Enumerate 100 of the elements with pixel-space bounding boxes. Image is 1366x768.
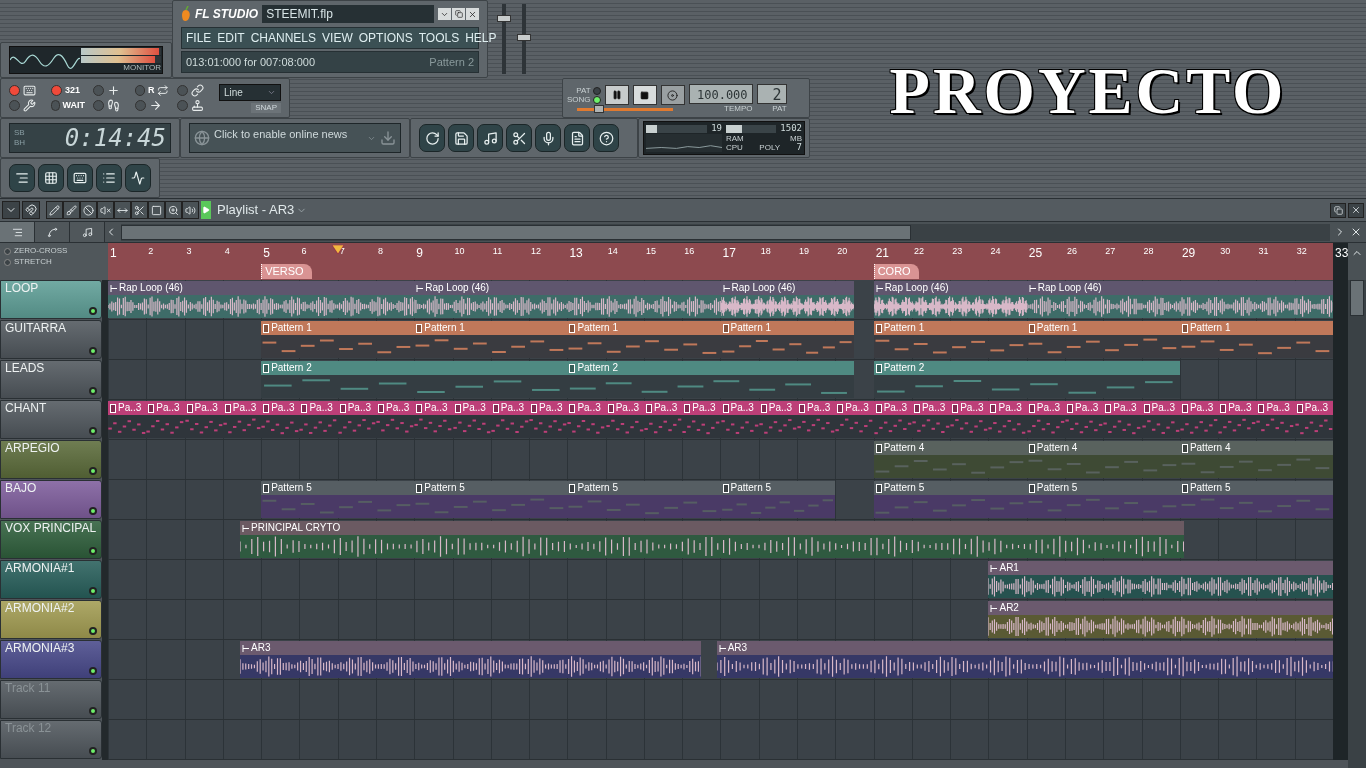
- playlist-tab[interactable]: [0, 221, 35, 243]
- view-button[interactable]: [96, 164, 122, 192]
- track-header[interactable]: CHANT: [0, 400, 102, 439]
- pause-button[interactable]: [604, 85, 629, 105]
- fader-handle[interactable]: [497, 15, 511, 23]
- stop-button[interactable]: [632, 85, 657, 105]
- playlist-clip[interactable]: Pattern 1: [1179, 321, 1333, 358]
- playlist-clip[interactable]: Pa..3: [1141, 401, 1180, 438]
- tool-button[interactable]: [182, 201, 199, 219]
- menu-arrow-button[interactable]: [438, 8, 451, 20]
- track-lane[interactable]: Rap Loop (46) Rap Loop (46) Rap Loop (46) Rap Loop (46) Rap Loop (46): [108, 280, 1333, 320]
- playlist-clip[interactable]: AR2: [988, 601, 1333, 638]
- playlist-clip[interactable]: Pa..3: [261, 401, 300, 438]
- track-lane[interactable]: AR2: [108, 600, 1333, 640]
- playlist-clip[interactable]: Pattern 1: [261, 321, 415, 358]
- view-button[interactable]: [125, 164, 151, 192]
- menu-item[interactable]: OPTIONS: [358, 29, 413, 47]
- playlist-clip[interactable]: Pattern 5: [1026, 481, 1180, 518]
- toggle-led[interactable]: [135, 100, 146, 111]
- toggle-led[interactable]: [51, 100, 60, 111]
- playlist-clip[interactable]: Pa..3: [835, 401, 874, 438]
- playlist-clip[interactable]: Rap Loop (46): [720, 281, 855, 318]
- tool-button[interactable]: [63, 201, 80, 219]
- playlist-clip[interactable]: Pattern 4: [1179, 441, 1333, 478]
- pattern-display[interactable]: 2: [756, 83, 787, 104]
- tool-button[interactable]: [535, 124, 561, 152]
- playlist-clip[interactable]: Rap Loop (46): [414, 281, 721, 318]
- track-led[interactable]: [89, 667, 97, 675]
- restore-button[interactable]: [1330, 202, 1346, 218]
- playlist-tab[interactable]: [35, 221, 70, 243]
- tool-button[interactable]: [148, 201, 165, 219]
- track-led[interactable]: [89, 747, 97, 755]
- track-lane[interactable]: AR3 AR3: [108, 640, 1333, 680]
- playlist-clip[interactable]: Pa..3: [490, 401, 530, 438]
- playlist-clip[interactable]: Pattern 2: [567, 361, 855, 398]
- track-lane[interactable]: PRINCIPAL CRYTO: [108, 520, 1333, 560]
- playlist-clip[interactable]: Rap Loop (46): [873, 281, 1027, 318]
- playlist-clip[interactable]: Pa..3: [988, 401, 1027, 438]
- tool-button[interactable]: [564, 124, 590, 152]
- playlist-clip[interactable]: Pa..3: [146, 401, 185, 438]
- playlist-clip[interactable]: Pa..3: [337, 401, 376, 438]
- toggle-led[interactable]: [9, 100, 20, 111]
- toolbar-button[interactable]: [2, 201, 20, 219]
- playlist-clip[interactable]: Pattern 5: [414, 481, 568, 518]
- tool-button[interactable]: [448, 124, 474, 152]
- playlist-clip[interactable]: AR3: [240, 641, 702, 678]
- playlist-clip[interactable]: Pa..3: [567, 401, 606, 438]
- close-button[interactable]: [466, 8, 479, 20]
- horizontal-scrollbar[interactable]: [121, 223, 1330, 241]
- track-header[interactable]: VOX PRINCIPAL: [0, 520, 102, 559]
- track-header[interactable]: GUITARRA: [0, 320, 102, 359]
- playlist-clip[interactable]: Pa..3: [950, 401, 989, 438]
- menu-item[interactable]: FILE: [186, 29, 212, 47]
- playlist-clip[interactable]: Pa..3: [682, 401, 721, 438]
- track-led[interactable]: [89, 507, 97, 515]
- tool-button[interactable]: [165, 201, 182, 219]
- view-button[interactable]: [38, 164, 64, 192]
- tempo-display[interactable]: 100.000: [688, 83, 753, 104]
- track-led[interactable]: [89, 587, 97, 595]
- track-led[interactable]: [89, 427, 97, 435]
- playlist-clip[interactable]: Pattern 4: [1026, 441, 1180, 478]
- playlist-clip[interactable]: Pa..3: [720, 401, 759, 438]
- track-header[interactable]: LOOP: [0, 280, 102, 319]
- track-header[interactable]: ARPEGIO: [0, 440, 102, 479]
- playlist-clip[interactable]: AR1: [988, 561, 1333, 598]
- playlist-clip[interactable]: Pattern 1: [1026, 321, 1180, 358]
- view-button[interactable]: [9, 164, 35, 192]
- playlist-clip[interactable]: Pattern 5: [873, 481, 1027, 518]
- track-lane[interactable]: Pattern 5 Pattern 5 Pattern 5 Pattern 5 Pattern 5 Pattern 5 Pattern 5: [108, 480, 1333, 520]
- playlist-clip[interactable]: Pa..3: [375, 401, 415, 438]
- playlist-clip[interactable]: Pa..3: [873, 401, 912, 438]
- restore-button[interactable]: [452, 8, 465, 20]
- playlist-clip[interactable]: Pa..3: [529, 401, 568, 438]
- track-header[interactable]: ARMONIA#3: [0, 640, 102, 679]
- playlist-clip[interactable]: Pa..3: [1179, 401, 1219, 438]
- scrollbar-thumb[interactable]: [121, 224, 911, 240]
- vertical-scrollbar[interactable]: [1348, 280, 1366, 768]
- snap-dropdown[interactable]: Line: [219, 83, 281, 101]
- playlist-clip[interactable]: AR3: [716, 641, 1333, 678]
- playlist-clip[interactable]: Pa..3: [414, 401, 453, 438]
- menu-item[interactable]: HELP: [465, 29, 497, 47]
- close-button[interactable]: [1348, 202, 1364, 218]
- tool-button[interactable]: [131, 201, 148, 219]
- track-header[interactable]: ARMONIA#1: [0, 560, 102, 599]
- playlist-clip[interactable]: Pa..3: [452, 401, 491, 438]
- toggle-led[interactable]: [93, 85, 104, 96]
- playlist-clip[interactable]: Pa..3: [797, 401, 836, 438]
- track-led[interactable]: [89, 387, 97, 395]
- tool-button[interactable]: [114, 201, 131, 219]
- track-lane[interactable]: Pattern 2 Pattern 2 Pattern 2: [108, 360, 1333, 400]
- playlist-clip[interactable]: Pa..3: [299, 401, 338, 438]
- track-led[interactable]: [89, 627, 97, 635]
- playlist-clip[interactable]: Pattern 5: [720, 481, 836, 518]
- menu-item[interactable]: TOOLS: [418, 29, 460, 47]
- playlist-clip[interactable]: Pa..3: [184, 401, 223, 438]
- track-header[interactable]: LEADS: [0, 360, 102, 399]
- track-lane[interactable]: Pattern 4 Pattern 4 Pattern 4: [108, 440, 1333, 480]
- playlist-clip[interactable]: Rap Loop (46): [1026, 281, 1333, 318]
- menu-item[interactable]: EDIT: [217, 29, 245, 47]
- toolbar-button[interactable]: [22, 201, 40, 219]
